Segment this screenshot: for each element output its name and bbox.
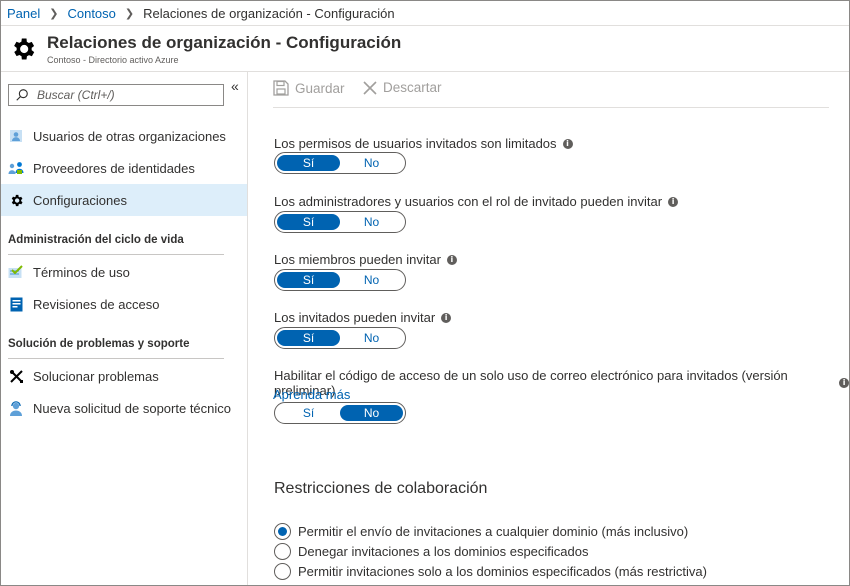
sidebar-item-settings[interactable]: Configuraciones	[1, 184, 247, 216]
discard-label: Descartar	[383, 80, 442, 95]
breadcrumb-current: Relaciones de organización - Configuraci…	[143, 5, 395, 21]
setting-label-email-otp: Habilitar el código de acceso de un solo…	[274, 368, 849, 398]
toggle-option-yes[interactable]: Sí	[277, 272, 340, 288]
setting-label-guest-permissions: Los permisos de usuarios invitados son l…	[274, 136, 573, 151]
toggle-option-yes[interactable]: Sí	[277, 330, 340, 346]
toolbar-divider	[273, 107, 829, 108]
terms-checklist-icon	[8, 264, 24, 280]
tools-icon	[8, 368, 24, 384]
search-input[interactable]	[37, 88, 217, 102]
gear-icon	[14, 38, 35, 60]
discard-button[interactable]: Descartar	[363, 80, 442, 95]
save-icon	[273, 80, 289, 96]
breadcrumb-link-contoso[interactable]: Contoso	[67, 6, 115, 21]
setting-label-guests-can-invite: Los invitados pueden invitar i	[274, 310, 452, 325]
info-icon[interactable]: i	[446, 254, 457, 265]
collaboration-restrictions-title: Restricciones de colaboración	[274, 480, 488, 497]
sidebar-item-label: Solucionar problemas	[33, 368, 159, 384]
toggle-option-no[interactable]: No	[340, 405, 403, 421]
sidebar-item-new-support-request[interactable]: Nueva solicitud de soporte técnico	[1, 392, 247, 424]
setting-label-members-can-invite: Los miembros pueden invitar i	[274, 252, 457, 267]
breadcrumb: Panel ❯ Contoso ❯ Relaciones de organiza…	[1, 1, 849, 26]
radio-button[interactable]	[274, 523, 291, 540]
radio-option-deny-specified[interactable]: Denegar invitaciones a los dominios espe…	[274, 543, 589, 560]
setting-label-text: Habilitar el código de acceso de un solo…	[274, 368, 788, 398]
info-icon[interactable]: i	[668, 196, 679, 207]
identity-providers-icon	[8, 160, 24, 176]
search-icon	[16, 89, 28, 101]
save-label: Guardar	[295, 80, 345, 96]
toggle-guests-can-invite[interactable]: Sí No	[274, 327, 406, 349]
sidebar-item-label: Usuarios de otras organizaciones	[33, 128, 226, 144]
search-box[interactable]	[8, 84, 224, 106]
setting-label-text: Los permisos de usuarios invitados son l…	[274, 136, 557, 151]
section-heading-troubleshooting: Solución de problemas y soporte	[8, 338, 224, 359]
sidebar-item-label: Proveedores de identidades	[33, 160, 195, 176]
setting-label-text: Los invitados pueden invitar	[274, 310, 436, 325]
main-content: Guardar Descartar Los permisos de usuari…	[249, 72, 849, 585]
sidebar-item-label: Nueva solicitud de soporte técnico	[33, 400, 232, 416]
info-icon[interactable]: i	[441, 312, 452, 323]
toggle-option-yes[interactable]: Sí	[277, 155, 340, 171]
radio-label: Permitir el envío de invitaciones a cual…	[298, 524, 689, 539]
sidebar-item-label: Revisiones de acceso	[33, 296, 160, 312]
toggle-guest-permissions[interactable]: Sí No	[274, 152, 406, 174]
radio-option-allow-any[interactable]: Permitir el envío de invitaciones a cual…	[274, 523, 688, 540]
user-icon	[8, 128, 24, 144]
toggle-members-can-invite[interactable]: Sí No	[274, 269, 406, 291]
toggle-admins-can-invite[interactable]: Sí No	[274, 211, 406, 233]
radio-option-allow-specified[interactable]: Permitir invitaciones solo a los dominio…	[274, 563, 707, 580]
command-bar: Guardar Descartar	[249, 72, 849, 108]
section-heading-lifecycle: Administración del ciclo de vida	[8, 234, 224, 255]
page-title: Relaciones de organización - Configuraci…	[47, 33, 402, 52]
sidebar: « Usuarios de otras organizaciones Prove…	[1, 72, 248, 585]
info-icon[interactable]: i	[562, 138, 573, 149]
breadcrumb-link-panel[interactable]: Panel	[7, 6, 40, 21]
close-icon	[363, 80, 377, 95]
learn-more-link[interactable]: Aprenda más	[273, 387, 350, 402]
radio-button[interactable]	[274, 563, 291, 580]
toggle-option-no[interactable]: No	[340, 155, 403, 171]
access-review-icon	[8, 296, 24, 312]
collapse-sidebar-button[interactable]: «	[231, 78, 239, 94]
sidebar-item-label: Términos de uso	[33, 264, 130, 280]
toggle-option-yes[interactable]: Sí	[277, 214, 340, 230]
toggle-option-no[interactable]: No	[340, 330, 403, 346]
sidebar-item-external-users[interactable]: Usuarios de otras organizaciones	[1, 120, 247, 152]
sidebar-item-identity-providers[interactable]: Proveedores de identidades	[1, 152, 247, 184]
page-subtitle: Contoso - Directorio activo Azure	[47, 55, 179, 65]
chevron-right-icon: ❯	[49, 7, 59, 20]
toggle-option-yes[interactable]: Sí	[277, 405, 340, 421]
page-header: Relaciones de organización - Configuraci…	[1, 26, 849, 72]
info-icon[interactable]: i	[839, 378, 849, 388]
setting-label-text: Los administradores y usuarios con el ro…	[274, 194, 663, 209]
toggle-email-otp[interactable]: Sí No	[274, 402, 406, 424]
radio-label: Denegar invitaciones a los dominios espe…	[298, 544, 589, 559]
sidebar-item-label: Configuraciones	[33, 192, 127, 208]
chevron-right-icon: ❯	[124, 7, 135, 20]
save-button[interactable]: Guardar	[273, 80, 345, 96]
sidebar-item-access-reviews[interactable]: Revisiones de acceso	[1, 288, 247, 320]
radio-button[interactable]	[274, 543, 291, 560]
radio-label: Permitir invitaciones solo a los dominio…	[298, 564, 707, 579]
gear-icon	[8, 192, 24, 208]
toggle-option-no[interactable]: No	[340, 214, 403, 230]
sidebar-item-troubleshoot[interactable]: Solucionar problemas	[1, 360, 247, 392]
support-icon	[8, 400, 24, 416]
sidebar-item-terms-of-use[interactable]: Términos de uso	[1, 256, 247, 288]
setting-label-text: Los miembros pueden invitar	[274, 252, 441, 267]
setting-label-admins-can-invite: Los administradores y usuarios con el ro…	[274, 194, 679, 209]
window: Panel ❯ Contoso ❯ Relaciones de organiza…	[0, 0, 850, 586]
toggle-option-no[interactable]: No	[340, 272, 403, 288]
